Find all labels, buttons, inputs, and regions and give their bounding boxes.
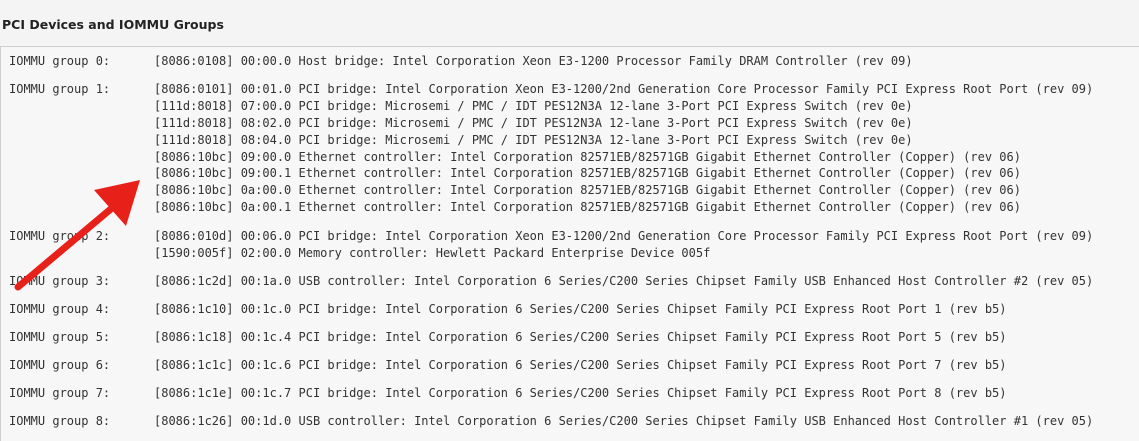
device-line: [8086:1c2d] 00:1a.0 USB controller: Inte… bbox=[154, 274, 1094, 288]
group-label: IOMMU group 0: bbox=[9, 54, 111, 68]
device-list: [8086:1c1e] 00:1c.7 PCI bridge: Intel Co… bbox=[154, 385, 1007, 402]
device-line: [8086:010d] 00:06.0 PCI bridge: Intel Co… bbox=[154, 229, 1094, 243]
panel-title: PCI Devices and IOMMU Groups bbox=[2, 17, 224, 32]
group-label: IOMMU group 1: bbox=[9, 82, 111, 96]
device-line: [8086:1c1c] 00:1c.6 PCI bridge: Intel Co… bbox=[154, 358, 1007, 372]
device-line: [8086:10bc] 0a:00.0 Ethernet controller:… bbox=[154, 183, 1021, 198]
device-list: [8086:010d] 00:06.0 PCI bridge: Intel Co… bbox=[154, 228, 1093, 262]
group-label: IOMMU group 8: bbox=[9, 414, 111, 428]
device-list: [8086:1c10] 00:1c.0 PCI bridge: Intel Co… bbox=[154, 301, 1007, 318]
device-line: [8086:1c18] 00:1c.4 PCI bridge: Intel Co… bbox=[154, 330, 1007, 344]
group-label: IOMMU group 2: bbox=[9, 229, 111, 243]
device-line: [111d:8018] 07:00.0 PCI bridge: Microsem… bbox=[154, 98, 913, 113]
device-list: [8086:1c1c] 00:1c.6 PCI bridge: Intel Co… bbox=[154, 357, 1007, 374]
device-list: [8086:0101] 00:01.0 PCI bridge: Intel Co… bbox=[154, 81, 1093, 216]
device-line: [8086:0101] 00:01.0 PCI bridge: Intel Co… bbox=[154, 82, 1094, 96]
device-list: [8086:1c26] 00:1d.0 USB controller: Inte… bbox=[154, 413, 1093, 430]
device-list: [8086:1c18] 00:1c.4 PCI bridge: Intel Co… bbox=[154, 329, 1007, 346]
group-label: IOMMU group 4: bbox=[9, 302, 111, 316]
device-line: [8086:1c1e] 00:1c.7 PCI bridge: Intel Co… bbox=[154, 386, 1007, 400]
panel-header: PCI Devices and IOMMU Groups bbox=[0, 0, 1139, 46]
device-line: [1590:005f] 02:00.0 Memory controller: H… bbox=[154, 245, 711, 260]
group-label: IOMMU group 3: bbox=[9, 274, 111, 288]
device-line: [111d:8018] 08:02.0 PCI bridge: Microsem… bbox=[154, 115, 913, 130]
device-line: [8086:0108] 00:00.0 Host bridge: Intel C… bbox=[154, 54, 913, 68]
device-line: [8086:10bc] 0a:00.1 Ethernet controller:… bbox=[154, 200, 1021, 215]
group-label: IOMMU group 5: bbox=[9, 330, 111, 344]
page-root: PCI Devices and IOMMU Groups IOMMU group… bbox=[0, 0, 1139, 441]
device-line: [8086:1c26] 00:1d.0 USB controller: Inte… bbox=[154, 414, 1094, 428]
device-line: [8086:10bc] 09:00.0 Ethernet controller:… bbox=[154, 149, 1021, 164]
iommu-output-box: IOMMU group 0: [8086:0108] 00:00.0 Host … bbox=[0, 46, 1139, 441]
group-label: IOMMU group 7: bbox=[9, 386, 111, 400]
group-label: IOMMU group 6: bbox=[9, 358, 111, 372]
device-list: [8086:0108] 00:00.0 Host bridge: Intel C… bbox=[154, 53, 913, 70]
device-line: [111d:8018] 08:04.0 PCI bridge: Microsem… bbox=[154, 132, 913, 147]
device-line: [8086:10bc] 09:00.1 Ethernet controller:… bbox=[154, 166, 1021, 181]
device-list: [8086:1c2d] 00:1a.0 USB controller: Inte… bbox=[154, 273, 1093, 290]
device-line: [8086:1c10] 00:1c.0 PCI bridge: Intel Co… bbox=[154, 302, 1007, 316]
